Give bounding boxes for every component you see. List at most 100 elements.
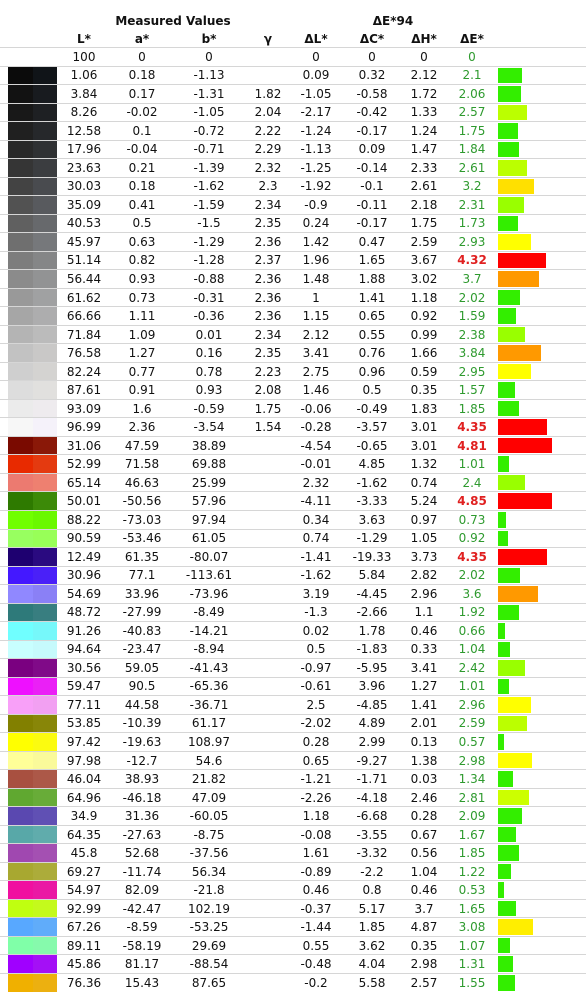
cell-dH: 2.82 [410, 568, 438, 583]
color-swatch [8, 270, 57, 288]
cell-dE: 3.2 [462, 179, 482, 194]
table-row: 94.64 -23.47 -8.94 0.5 -1.83 0.33 1.04 [0, 639, 586, 659]
table-row: 97.42 -19.63 108.97 0.28 2.99 0.13 0.57 [0, 732, 586, 751]
swatch-measured [32, 48, 57, 66]
cell-L: 17.96 [66, 142, 102, 157]
cell-b: 102.19 [188, 901, 230, 916]
cell-b: 69.88 [191, 457, 227, 472]
cell-dC: 0.55 [358, 327, 386, 342]
color-swatch [8, 251, 57, 270]
cell-dC: -19.33 [352, 549, 392, 564]
table-row: 51.14 0.82 -1.28 2.37 1.96 1.65 3.67 4.32 [0, 250, 586, 270]
cell-L: 40.53 [66, 216, 102, 231]
cell-dH: 0.28 [410, 809, 438, 824]
cell-dE: 2.4 [462, 475, 482, 490]
color-swatch [8, 788, 57, 807]
table-row: 67.26 -8.59 -53.25 -1.44 1.85 4.87 3.08 [0, 917, 586, 936]
cell-dH: 1.66 [410, 346, 438, 361]
cell-dH: 0.46 [410, 623, 438, 638]
cell-L: 69.27 [66, 864, 102, 879]
cell-gamma: 1.82 [254, 86, 282, 101]
swatch-target [8, 233, 33, 251]
cell-a: 0.1 [132, 123, 152, 138]
swatch-measured [32, 862, 57, 881]
cell-dE: 1.59 [458, 309, 486, 324]
cell-dE: 2.09 [458, 809, 486, 824]
swatch-measured [32, 436, 57, 455]
cell-dC: -1.83 [356, 642, 388, 657]
cell-a: -19.63 [122, 734, 162, 749]
cell-dE: 2.06 [458, 86, 486, 101]
cell-dH: 1.05 [410, 531, 438, 546]
color-swatch [8, 696, 57, 714]
cell-dH: 4.87 [410, 920, 438, 935]
cell-dE: 1.85 [458, 846, 486, 861]
swatch-measured [32, 696, 57, 714]
cell-dL: -0.97 [300, 660, 332, 675]
cell-a: 1.6 [132, 401, 152, 416]
cell-dL: -1.21 [300, 772, 332, 787]
delta-e-bar [498, 308, 516, 324]
swatch-target [8, 733, 33, 751]
swatch-target [8, 66, 33, 85]
cell-dL: 1.46 [302, 383, 330, 398]
cell-dE: 0 [468, 49, 476, 64]
delta-e-bar [498, 641, 510, 658]
color-swatch [8, 492, 57, 510]
cell-dE: 0.73 [458, 512, 486, 527]
cell-a: -50.56 [122, 494, 162, 509]
cell-dC: 3.63 [358, 512, 386, 527]
swatch-measured [32, 399, 57, 418]
cell-dE: 3.08 [458, 920, 486, 935]
col-a: a* [134, 31, 150, 46]
swatch-measured [32, 714, 57, 733]
delta-e-bar [498, 252, 547, 269]
swatch-measured [32, 825, 57, 844]
swatch-measured [32, 381, 57, 399]
table-row: 45.97 0.63 -1.29 2.36 1.42 0.47 2.59 2.93 [0, 232, 586, 251]
cell-a: 77.1 [128, 568, 156, 583]
cell-dC: -5.95 [356, 660, 388, 675]
cell-b: -1.29 [193, 234, 225, 249]
cell-a: 0.17 [128, 86, 156, 101]
cell-b: 38.89 [191, 438, 227, 453]
swatch-target [8, 288, 33, 307]
table-row: 65.14 46.63 25.99 2.32 -1.62 0.74 2.4 [0, 472, 586, 492]
swatch-measured [32, 640, 57, 659]
cell-L: 66.66 [66, 309, 102, 324]
cell-dC: -0.49 [356, 401, 388, 416]
cell-b: 87.65 [191, 975, 227, 990]
cell-dL: -2.26 [300, 790, 332, 805]
cell-dL: 2.75 [302, 364, 330, 379]
table-row: 90.59 -53.46 61.05 0.74 -1.29 1.05 0.92 [0, 528, 586, 548]
cell-gamma [250, 567, 286, 585]
cell-dE: 0.92 [458, 531, 486, 546]
swatch-target [8, 844, 33, 862]
delta-e-bar [498, 67, 522, 84]
cell-dC: -9.27 [356, 753, 388, 768]
cell-dH: 2.59 [410, 234, 438, 249]
cell-dC: -0.11 [356, 197, 388, 212]
table-row: 50.01 -50.56 57.96 -4.11 -3.33 5.24 4.85 [0, 491, 586, 510]
cell-a: 81.17 [124, 957, 160, 972]
cell-L: 88.22 [66, 512, 102, 527]
cell-dH: 0.13 [410, 734, 438, 749]
delta-e94-title: ΔE*94 [372, 13, 414, 28]
cell-dH: 2.18 [410, 197, 438, 212]
swatch-target [8, 251, 33, 270]
swatch-measured [32, 548, 57, 566]
cell-dL: 3.19 [302, 586, 330, 601]
cell-L: 31.06 [66, 438, 102, 453]
delta-e-bar [498, 141, 519, 158]
cell-dL: -1.44 [300, 920, 332, 935]
color-swatch [8, 399, 57, 418]
table-row: 12.58 0.1 -0.72 2.22 -1.24 -0.17 1.24 1.75 [0, 121, 586, 140]
swatch-target [8, 862, 33, 881]
cell-dL: -0.48 [300, 957, 332, 972]
cell-b: -21.8 [193, 883, 225, 898]
cell-dH: 0 [420, 49, 428, 64]
cell-b: 0.16 [195, 346, 223, 361]
swatch-measured [32, 622, 57, 640]
table-row: 35.09 0.41 -1.59 2.34 -0.9 -0.11 2.18 2.31 [0, 195, 586, 214]
cell-dC: -2.66 [356, 605, 388, 620]
